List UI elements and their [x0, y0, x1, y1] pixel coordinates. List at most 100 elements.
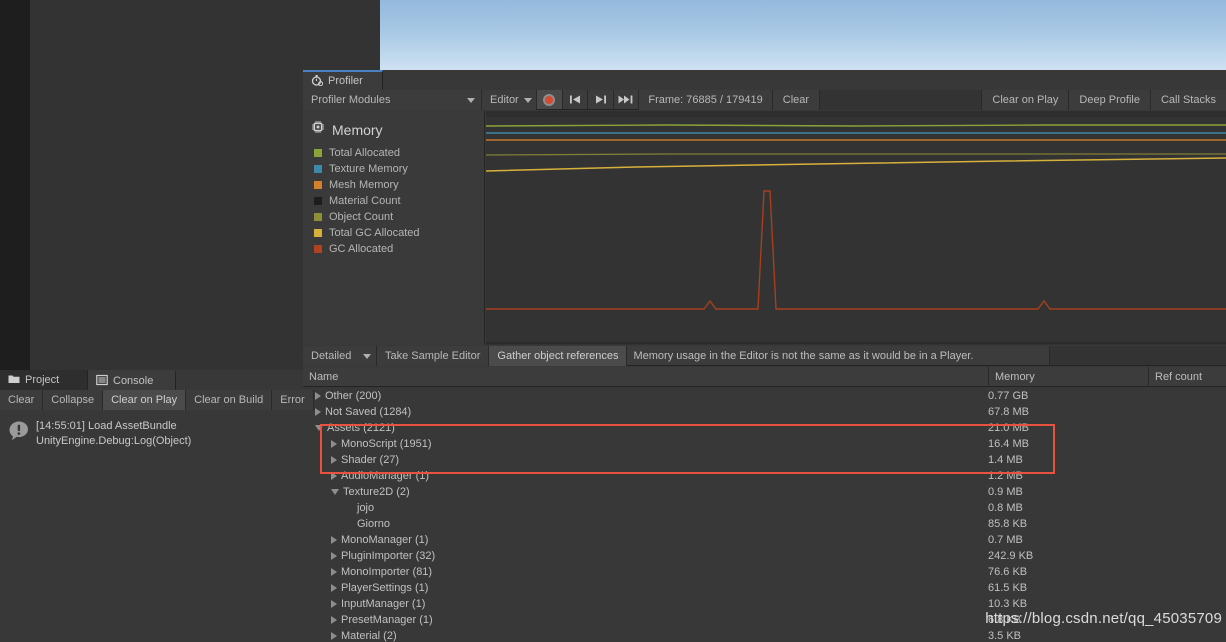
next-frame-button[interactable]	[588, 90, 614, 109]
profiler-modules-dropdown[interactable]: Profiler Modules	[303, 90, 482, 110]
row-label: MonoManager (1)	[341, 534, 429, 546]
row-label: PresetManager (1)	[341, 614, 433, 626]
expand-triangle-down-icon[interactable]	[331, 489, 339, 495]
clear-button[interactable]: Clear	[0, 390, 44, 410]
table-row[interactable]: Material (2) 3.5 KB	[303, 628, 1226, 642]
take-sample-button[interactable]: Take Sample Editor	[377, 346, 490, 366]
record-button[interactable]	[537, 90, 563, 109]
tab-console[interactable]: Console	[88, 370, 176, 390]
row-label: jojo	[357, 502, 375, 514]
expand-triangle-right-icon[interactable]	[331, 632, 337, 640]
column-header-name[interactable]: Name	[303, 367, 988, 387]
row-memory-value: 85.8 KB	[988, 518, 1028, 530]
table-row[interactable]: PlayerSettings (1) 61.5 KB	[303, 580, 1226, 596]
clear-on-build-button[interactable]: Clear on Build	[186, 390, 273, 410]
legend-row[interactable]: Material Count	[303, 193, 484, 209]
expand-triangle-right-icon[interactable]	[331, 616, 337, 624]
row-memory-value: 3.5 KB	[988, 630, 1022, 642]
expand-triangle-right-icon[interactable]	[315, 392, 321, 400]
expand-triangle-right-icon[interactable]	[331, 440, 337, 448]
legend-row[interactable]: Object Count	[303, 209, 484, 225]
game-view-sky	[380, 0, 1226, 70]
row-memory-value: 0.7 MB	[988, 534, 1023, 546]
record-icon	[543, 93, 556, 106]
legend-label: Object Count	[329, 211, 394, 223]
row-label: Giorno	[357, 518, 391, 530]
memory-table-body[interactable]: Other (200) 0.77 GB Not Saved (1284) 67.8 M…	[303, 388, 1226, 642]
deep-profile-button[interactable]: Deep Profile	[1069, 90, 1151, 110]
table-row[interactable]: Texture2D (2) 0.9 MB	[303, 484, 1226, 500]
legend-label: GC Allocated	[329, 243, 394, 255]
legend-row[interactable]: Texture Memory	[303, 161, 484, 177]
profiler-target-dropdown[interactable]: Editor	[481, 90, 538, 110]
search-field[interactable]	[820, 90, 983, 110]
column-header-ref-count[interactable]: Ref count	[1148, 367, 1226, 387]
table-row[interactable]: Shader (27) 1.4 MB	[303, 452, 1226, 468]
row-name-cell: PresetManager (1)	[303, 614, 433, 626]
memory-chart[interactable]	[486, 111, 1226, 345]
table-row[interactable]: MonoManager (1) 0.7 MB	[303, 532, 1226, 548]
tab-profiler[interactable]: Profiler	[303, 70, 383, 90]
memory-view-label: Detailed	[311, 350, 352, 362]
row-memory-value: 0.77 GB	[988, 390, 1029, 402]
last-frame-button[interactable]	[613, 90, 640, 109]
expand-triangle-right-icon[interactable]	[331, 568, 337, 576]
tab-label: Console	[113, 375, 154, 387]
table-row[interactable]: Giorno 85.8 KB	[303, 516, 1226, 532]
clear-on-play-button[interactable]: Clear on Play	[982, 90, 1070, 110]
button-label: Clear on Play	[111, 394, 178, 406]
gather-references-button[interactable]: Gather object references	[489, 346, 628, 366]
expand-triangle-down-icon[interactable]	[315, 425, 323, 431]
expand-triangle-right-icon[interactable]	[331, 472, 337, 480]
row-label: Texture2D (2)	[343, 486, 410, 498]
clear-on-play-label: Clear on Play	[992, 94, 1059, 106]
memory-view-dropdown[interactable]: Detailed	[303, 346, 377, 366]
row-name-cell: Giorno	[303, 518, 390, 530]
clear-on-play-button[interactable]: Clear on Play	[103, 390, 187, 410]
row-label: PluginImporter (32)	[341, 550, 436, 562]
table-row[interactable]: Not Saved (1284) 67.8 MB	[303, 404, 1226, 420]
table-row[interactable]: Other (200) 0.77 GB	[303, 388, 1226, 404]
legend-swatch-icon	[314, 149, 322, 157]
table-row[interactable]: jojo 0.8 MB	[303, 500, 1226, 516]
row-memory-value: 67.8 MB	[988, 406, 1029, 418]
table-row[interactable]: AudioManager (1) 1.2 MB	[303, 468, 1226, 484]
console-window: Project Console Clear Collapse Clear on Pla…	[0, 370, 314, 642]
first-frame-button[interactable]	[562, 90, 589, 109]
row-label: Material (2)	[341, 630, 397, 642]
gather-references-label: Gather object references	[497, 350, 619, 362]
console-log-entry[interactable]: [14:55:01] Load AssetBundle UnityEngine.…	[0, 414, 303, 450]
table-row[interactable]: MonoImporter (81) 76.6 KB	[303, 564, 1226, 580]
scene-left-panel	[0, 0, 30, 370]
legend-row[interactable]: Total Allocated	[303, 145, 484, 161]
table-row[interactable]: Assets (2121) 21.0 MB	[303, 420, 1226, 436]
button-label: Clear on Build	[194, 394, 264, 406]
error-button[interactable]: Error	[272, 390, 314, 410]
table-row[interactable]: MonoScript (1951) 16.4 MB	[303, 436, 1226, 452]
legend-row[interactable]: GC Allocated	[303, 241, 484, 257]
row-name-cell: InputManager (1)	[303, 598, 425, 610]
expand-triangle-right-icon[interactable]	[315, 408, 321, 416]
profiler-tabstrip: Profiler	[303, 70, 1226, 90]
call-stacks-button[interactable]: Call Stacks	[1150, 90, 1226, 110]
row-name-cell: jojo	[303, 502, 374, 514]
expand-triangle-right-icon[interactable]	[331, 552, 337, 560]
row-name-cell: MonoScript (1951)	[303, 438, 432, 450]
legend-row[interactable]: Mesh Memory	[303, 177, 484, 193]
expand-triangle-right-icon[interactable]	[331, 600, 337, 608]
clear-button[interactable]: Clear	[772, 90, 821, 110]
row-name-cell: Texture2D (2)	[303, 486, 410, 498]
call-stacks-label: Call Stacks	[1160, 94, 1216, 106]
expand-triangle-right-icon[interactable]	[331, 536, 337, 544]
expand-triangle-right-icon[interactable]	[331, 456, 337, 464]
clear-button-label: Clear	[782, 94, 810, 106]
memory-module-header[interactable]: Memory	[303, 111, 484, 145]
column-header-memory[interactable]: Memory	[988, 367, 1148, 387]
legend-row[interactable]: Total GC Allocated	[303, 225, 484, 241]
deep-profile-label: Deep Profile	[1079, 94, 1140, 106]
expand-triangle-right-icon[interactable]	[331, 584, 337, 592]
row-label: Shader (27)	[341, 454, 400, 466]
table-row[interactable]: PluginImporter (32) 242.9 KB	[303, 548, 1226, 564]
collapse-button[interactable]: Collapse	[43, 390, 104, 410]
tab-project[interactable]: Project	[0, 370, 88, 390]
